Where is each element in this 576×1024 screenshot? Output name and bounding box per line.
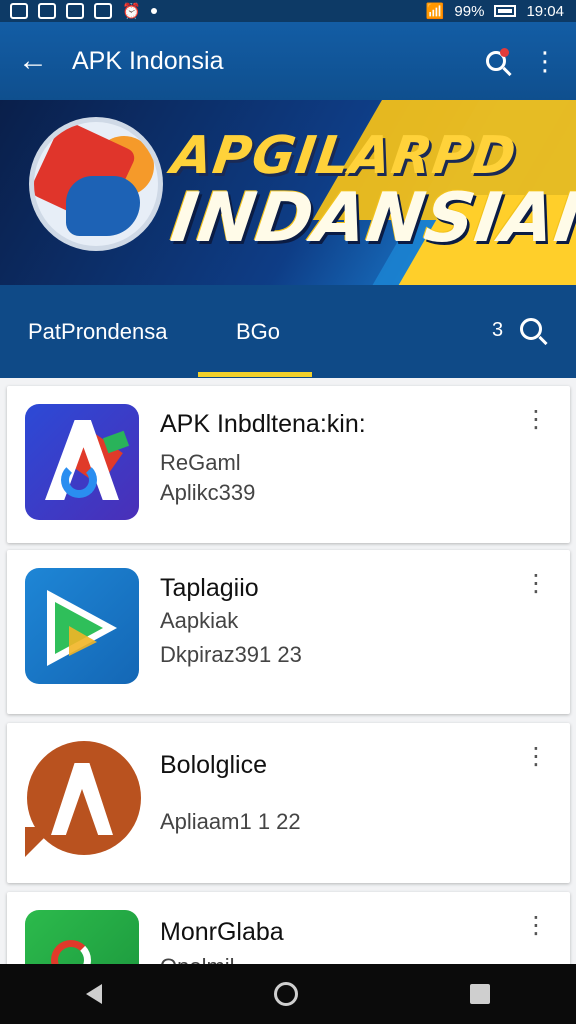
nav-home-icon[interactable] [274, 982, 298, 1006]
app-logo-icon [25, 910, 139, 964]
search-button[interactable] [474, 39, 518, 83]
tab-bar: PatProndensa BGo 3 [0, 285, 576, 378]
list-item[interactable]: Taplagiio Aapkiak Dkpiraz391 23 ⋮ [7, 550, 570, 714]
wifi-icon: 📶 [425, 3, 445, 20]
app-name: MonrGlaba [160, 918, 284, 946]
app-name: Taplagiio [160, 574, 259, 602]
more-vert-icon[interactable]: ⋮ [524, 572, 548, 596]
app-subtitle: Opolmil [160, 954, 235, 964]
list-item[interactable]: MonrGlaba Opolmil ⋮ [7, 892, 570, 964]
status-icons-right: 📶 99% 19:04 [425, 2, 564, 21]
list-item[interactable]: APK Inbdltena:kin: ReGaml Aplikc339 ⋮ [7, 386, 570, 543]
status-icons-left: ⏰ [10, 2, 157, 20]
app-bar: ← APK Indonsia ⋮ [0, 22, 576, 100]
notification-badge [500, 48, 509, 57]
app-bar-title: APK Indonsia [72, 46, 224, 75]
tab-first[interactable]: PatProndensa [28, 319, 167, 345]
tab-second[interactable]: BGo [236, 319, 280, 345]
app-notification-icon [66, 3, 84, 19]
more-vert-icon[interactable]: ⋮ [524, 745, 548, 769]
system-nav-bar [0, 964, 576, 1024]
app-detail: Aplikc339 [160, 480, 256, 505]
more-vert-icon[interactable]: ⋮ [524, 408, 548, 432]
nav-back-icon[interactable] [86, 984, 102, 1004]
list-item[interactable]: Bololglice Apliaam1 1 22 ⋮ [7, 723, 570, 883]
search-icon[interactable] [520, 318, 542, 340]
more-vert-icon[interactable]: ⋮ [518, 48, 558, 74]
promo-banner[interactable]: APGILARPD INDANSIAI [0, 100, 576, 285]
more-vert-icon[interactable]: ⋮ [524, 914, 548, 938]
storage-icon [94, 3, 112, 19]
app-detail: Dkpiraz391 23 [160, 642, 302, 667]
alarm-icon: ⏰ [122, 3, 141, 20]
image-icon [38, 3, 56, 19]
play-icon [25, 568, 139, 684]
tab-indicator [198, 372, 312, 377]
back-arrow-icon[interactable]: ← [18, 44, 58, 78]
app-list: APK Inbdltena:kin: ReGaml Aplikc339 ⋮ Ta… [0, 378, 576, 964]
app-name: Bololglice [160, 751, 268, 779]
app-logo-icon [25, 404, 139, 520]
banner-headline: APGILARPD INDANSIAI [167, 126, 576, 258]
battery-percent: 99% [454, 2, 485, 20]
status-bar: ⏰ 📶 99% 19:04 [0, 0, 576, 22]
app-name: APK Inbdltena:kin: [160, 410, 366, 438]
chat-bubble-logo-icon [25, 741, 141, 857]
more-notifications-icon [150, 8, 157, 14]
app-subtitle: Aapkiak [160, 608, 239, 633]
app-detail: Apliaam1 1 22 [160, 809, 301, 834]
clock: 19:04 [526, 2, 564, 20]
app-subtitle: ReGaml [160, 450, 241, 475]
tab-count: 3 [492, 319, 504, 341]
banner-line-1: APGILARPD [167, 126, 521, 186]
notification-icon [10, 3, 28, 19]
battery-icon [494, 5, 517, 17]
banner-line-2: INDANSIAI [166, 179, 576, 258]
banner-logo-icon [34, 122, 158, 246]
nav-recents-icon[interactable] [470, 984, 490, 1004]
